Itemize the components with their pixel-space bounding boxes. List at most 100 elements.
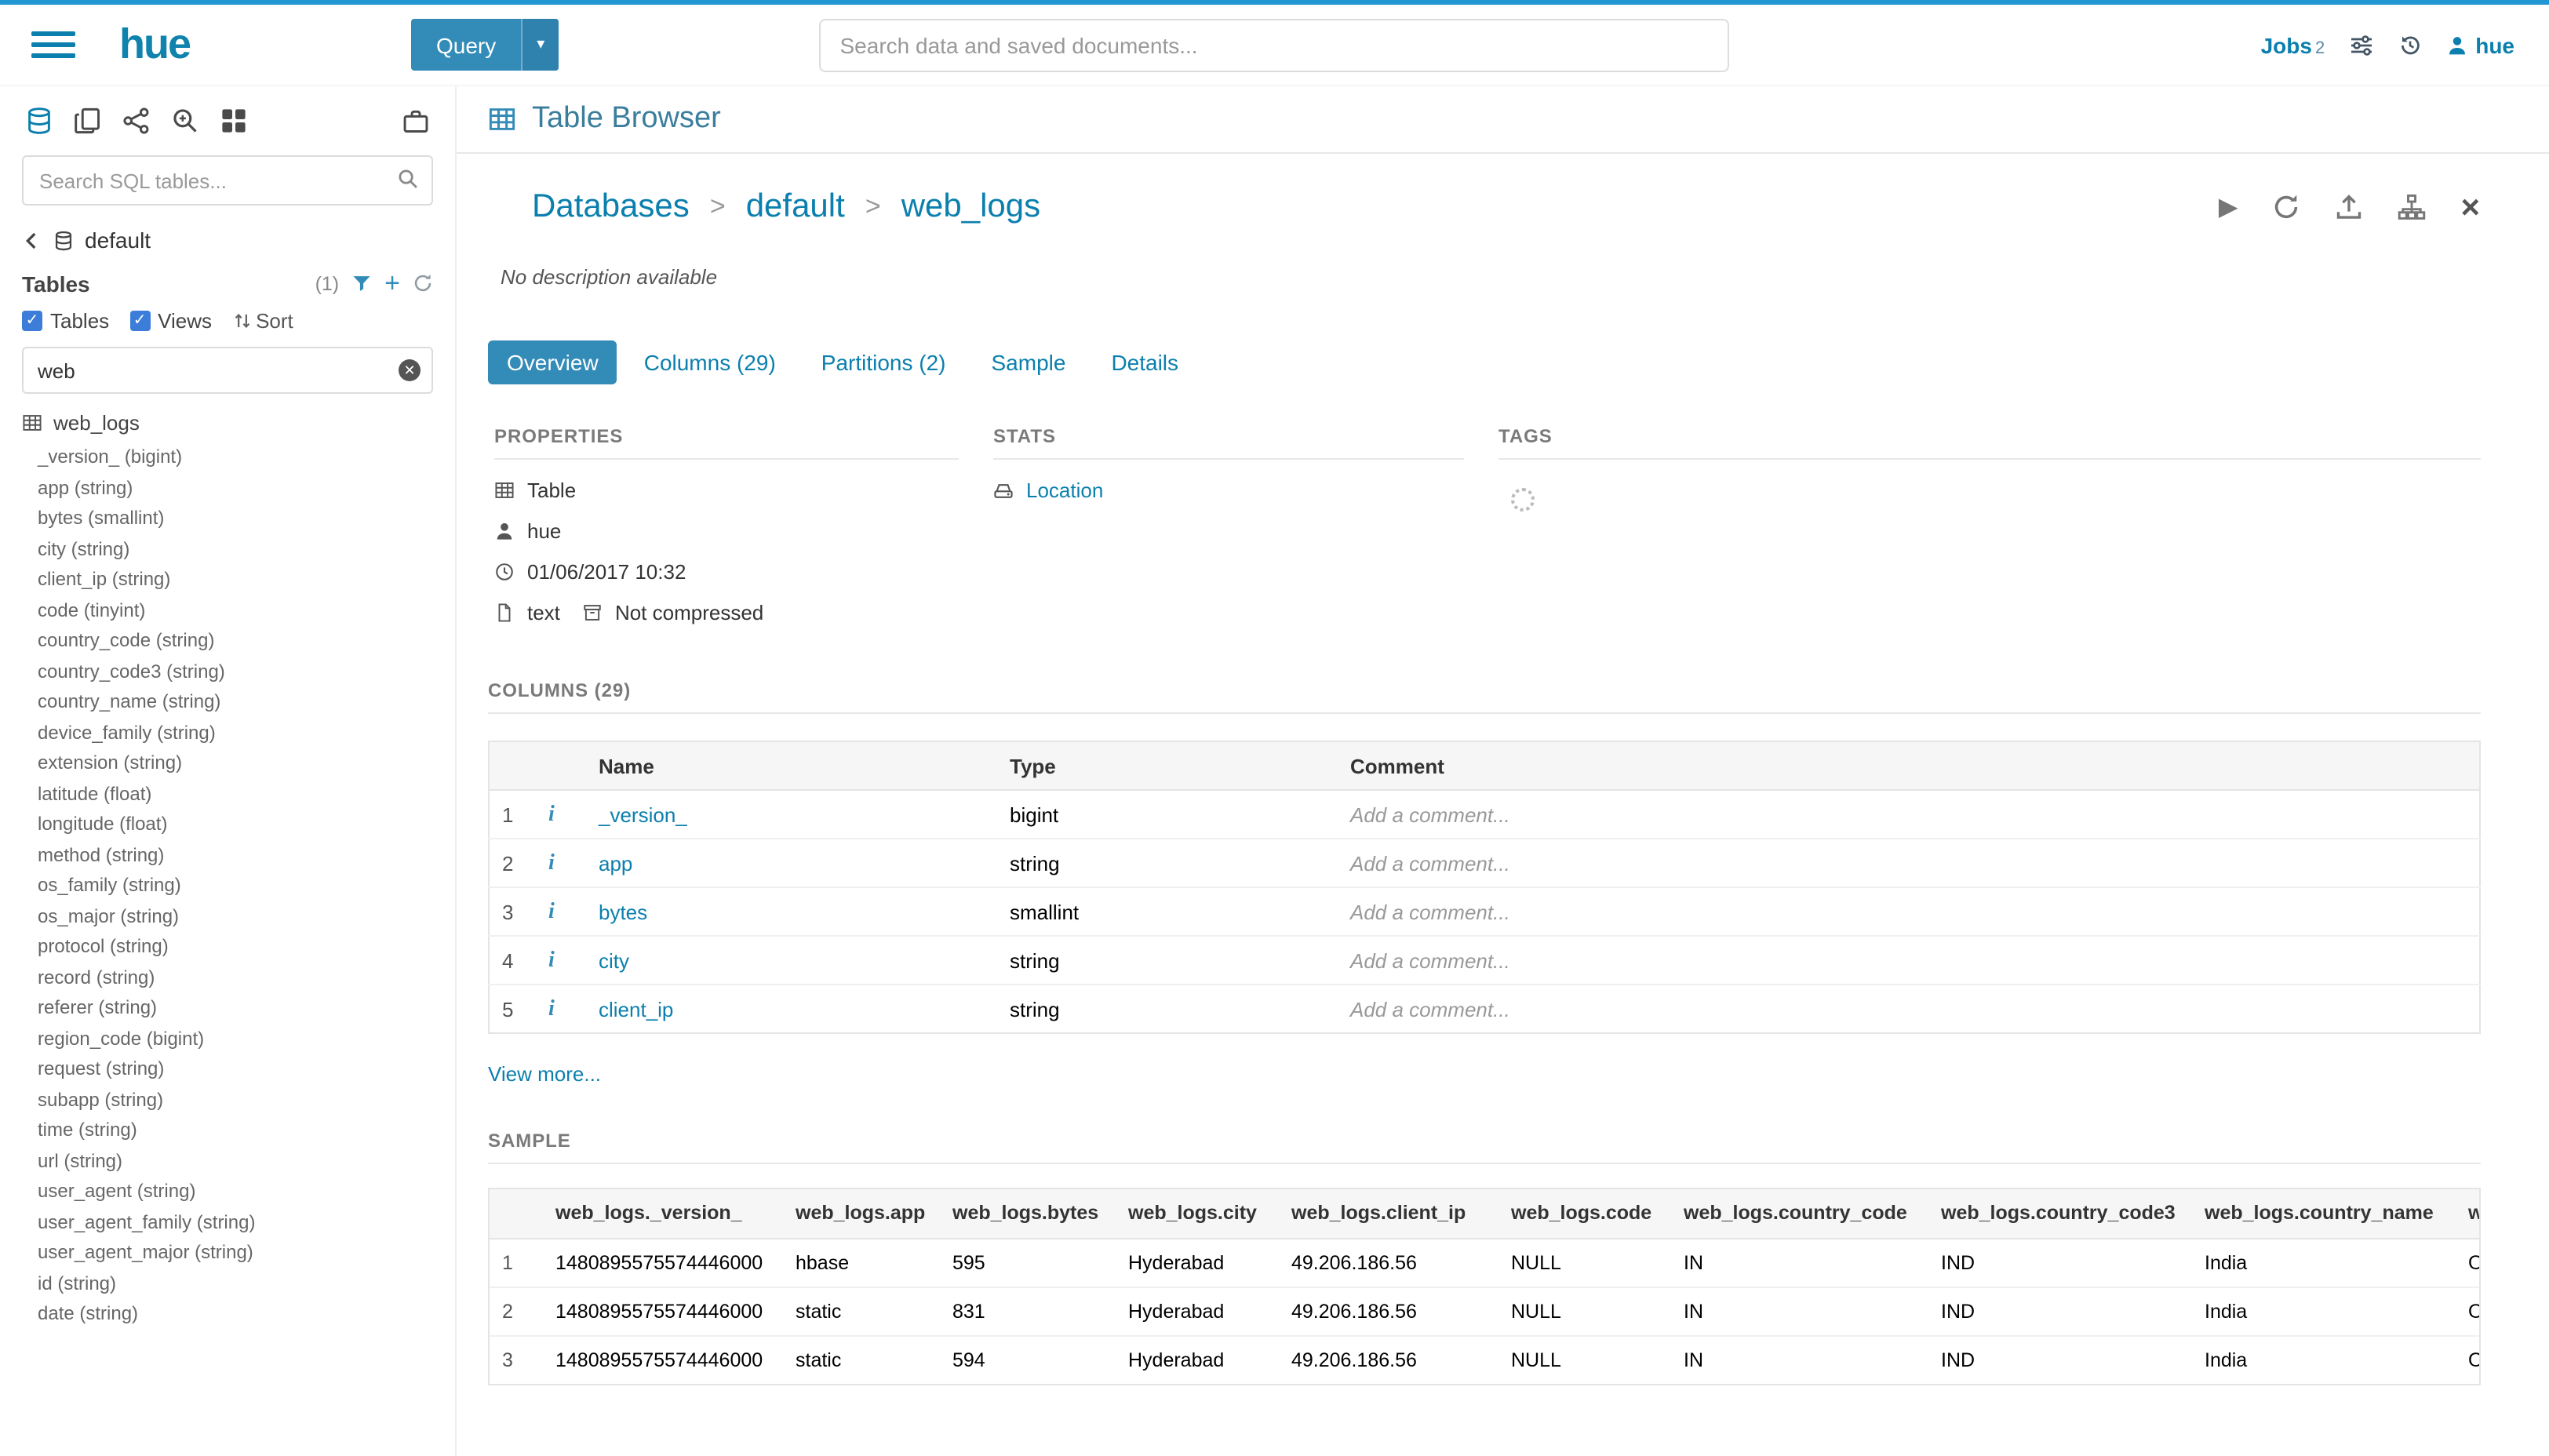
column-list-item[interactable]: city (string) xyxy=(0,534,455,565)
sitemap-icon[interactable] xyxy=(2398,193,2426,221)
column-list-item[interactable]: latitude (float) xyxy=(0,779,455,810)
column-list-item[interactable]: country_code (string) xyxy=(0,626,455,657)
tab-sample[interactable]: Sample xyxy=(973,340,1085,384)
view-more-link[interactable]: View more... xyxy=(488,1062,601,1086)
sliders-icon[interactable] xyxy=(2348,32,2373,57)
hamburger-menu-icon[interactable] xyxy=(31,25,75,64)
column-list-item[interactable]: record (string) xyxy=(0,963,455,993)
column-info-icon[interactable]: i xyxy=(548,851,555,875)
column-info-icon[interactable]: i xyxy=(548,900,555,923)
views-checkbox-label[interactable]: Views xyxy=(158,309,212,333)
location-link[interactable]: Location xyxy=(1026,478,1103,501)
column-list-item[interactable]: request (string) xyxy=(0,1054,455,1085)
column-list-item[interactable]: method (string) xyxy=(0,840,455,871)
search-magnifier-icon[interactable] xyxy=(171,107,199,135)
column-list-item[interactable]: subapp (string) xyxy=(0,1085,455,1116)
column-list-item[interactable]: date (string) xyxy=(0,1299,455,1330)
sample-cell: IN xyxy=(1671,1287,1928,1335)
global-search-input[interactable] xyxy=(820,18,1730,71)
tab-columns[interactable]: Columns (29) xyxy=(625,340,795,384)
column-list-item[interactable]: _version_ (bigint) xyxy=(0,442,455,473)
breadcrumb-database-default[interactable]: default xyxy=(746,188,845,226)
refresh-tables-icon[interactable] xyxy=(413,273,433,293)
query-caret-down-icon[interactable]: ▾ xyxy=(521,19,559,71)
table-list-item-web-logs[interactable]: web_logs xyxy=(0,397,455,439)
column-name-link[interactable]: _version_ xyxy=(599,803,687,826)
column-comment[interactable]: Add a comment... xyxy=(1338,887,2479,936)
column-list-item[interactable]: url (string) xyxy=(0,1146,455,1177)
column-comment[interactable]: Add a comment... xyxy=(1338,936,2479,985)
column-list-item[interactable]: bytes (smallint) xyxy=(0,504,455,534)
sort-label[interactable]: Sort xyxy=(256,309,293,333)
refresh-icon[interactable] xyxy=(2272,193,2300,221)
column-list-item[interactable]: protocol (string) xyxy=(0,932,455,963)
column-list-item[interactable]: device_family (string) xyxy=(0,718,455,748)
apps-grid-icon[interactable] xyxy=(220,107,248,135)
column-list-item[interactable]: referer (string) xyxy=(0,993,455,1024)
current-database-label[interactable]: default xyxy=(85,228,151,253)
column-list-item[interactable]: os_family (string) xyxy=(0,871,455,901)
column-list-item[interactable]: client_ip (string) xyxy=(0,565,455,595)
close-icon[interactable]: × xyxy=(2460,191,2480,224)
query-play-icon[interactable]: ▶ xyxy=(2219,191,2238,223)
sample-table-wrap[interactable]: web_logs._version_ web_logs.app web_logs… xyxy=(488,1188,2480,1385)
query-button-label[interactable]: Query xyxy=(411,19,521,71)
column-list-item[interactable]: extension (string) xyxy=(0,748,455,779)
column-list-item[interactable]: country_code3 (string) xyxy=(0,657,455,687)
column-list-item[interactable]: country_name (string) xyxy=(0,687,455,718)
breadcrumb-databases[interactable]: Databases xyxy=(532,188,690,226)
hue-logo[interactable]: hue xyxy=(119,20,190,69)
column-name-link[interactable]: bytes xyxy=(599,900,647,923)
tab-overview[interactable]: Overview xyxy=(488,340,617,384)
column-name-link[interactable]: app xyxy=(599,851,632,875)
column-info-icon[interactable]: i xyxy=(548,997,555,1021)
table-row: 4 i city string Add a comment... xyxy=(489,936,2479,985)
column-comment[interactable]: Add a comment... xyxy=(1338,985,2479,1033)
column-list-item[interactable]: user_agent_family (string) xyxy=(0,1207,455,1238)
clock-icon xyxy=(494,561,515,581)
table-description[interactable]: No description available xyxy=(501,265,2480,289)
row-number: 5 xyxy=(489,985,536,1033)
column-list-item[interactable]: region_code (bigint) xyxy=(0,1024,455,1054)
share-nodes-icon[interactable] xyxy=(122,107,151,135)
user-menu[interactable]: hue xyxy=(2445,32,2514,57)
column-list-item[interactable]: user_agent (string) xyxy=(0,1177,455,1207)
clear-filter-icon[interactable]: ✕ xyxy=(399,359,421,381)
jobs-count-badge: 2 xyxy=(2315,38,2325,57)
table-filter-input[interactable] xyxy=(22,347,433,394)
breadcrumb-table-web-logs[interactable]: web_logs xyxy=(901,188,1040,226)
views-checkbox[interactable]: ✓ xyxy=(129,311,150,331)
column-name-link[interactable]: city xyxy=(599,948,629,972)
tab-details[interactable]: Details xyxy=(1092,340,1197,384)
column-info-icon[interactable]: i xyxy=(548,803,555,826)
query-button[interactable]: Query ▾ xyxy=(411,19,559,71)
tables-checkbox[interactable]: ✓ xyxy=(22,311,42,331)
column-comment[interactable]: Add a comment... xyxy=(1338,839,2479,887)
importer-briefcase-icon[interactable] xyxy=(402,107,430,135)
column-list-item[interactable]: code (tinyint) xyxy=(0,595,455,626)
add-table-icon[interactable]: + xyxy=(384,270,400,297)
documents-icon[interactable] xyxy=(74,107,102,135)
column-comment[interactable]: Add a comment... xyxy=(1338,790,2479,839)
upload-icon[interactable] xyxy=(2335,193,2363,221)
sort-toggle[interactable]: Sort xyxy=(232,309,293,333)
column-list-item[interactable]: longitude (float) xyxy=(0,810,455,840)
jobs-link[interactable]: Jobs2 xyxy=(2261,32,2325,57)
history-icon[interactable] xyxy=(2397,32,2422,57)
table-name-label[interactable]: web_logs xyxy=(53,411,140,435)
filter-funnel-icon[interactable] xyxy=(351,273,372,293)
chevron-left-icon[interactable] xyxy=(22,230,42,250)
column-list-item[interactable]: os_major (string) xyxy=(0,901,455,932)
column-list-item[interactable]: user_agent_major (string) xyxy=(0,1238,455,1269)
tab-partitions[interactable]: Partitions (2) xyxy=(803,340,965,384)
assist-search-icon[interactable] xyxy=(397,168,419,190)
sample-cell: hbase xyxy=(783,1238,940,1287)
column-list-item[interactable]: id (string) xyxy=(0,1269,455,1299)
column-list-item[interactable]: time (string) xyxy=(0,1116,455,1146)
tables-checkbox-label[interactable]: Tables xyxy=(50,309,109,333)
assist-search-input[interactable] xyxy=(22,155,433,206)
column-name-link[interactable]: client_ip xyxy=(599,997,673,1021)
column-list-item[interactable]: app (string) xyxy=(0,473,455,504)
column-info-icon[interactable]: i xyxy=(548,948,555,972)
sql-database-icon[interactable] xyxy=(25,107,53,135)
